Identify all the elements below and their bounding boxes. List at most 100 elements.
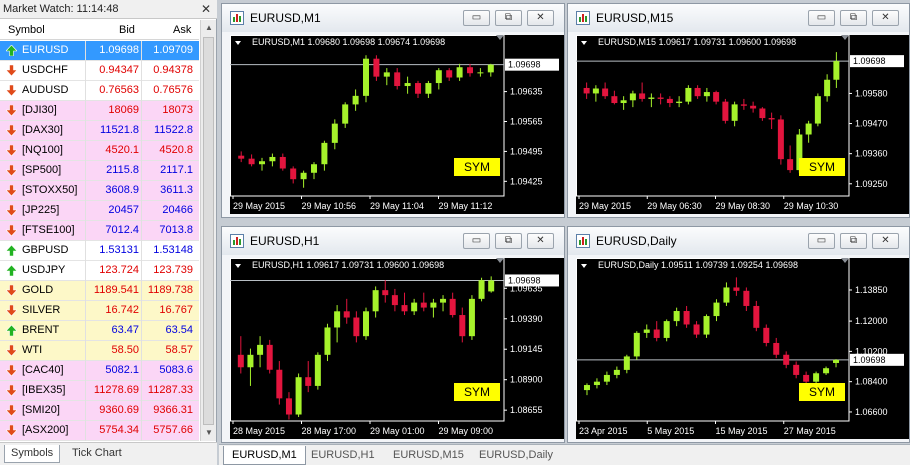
chart-title-bar[interactable]: EURUSD,M1 ▭ ⧉ ✕ xyxy=(222,4,564,32)
restore-button[interactable]: ⧉ xyxy=(840,10,867,26)
scroll-up-icon[interactable]: ▲ xyxy=(201,20,217,36)
bid-price: 16.742 xyxy=(105,304,139,316)
chart-window[interactable]: EURUSD,Daily ▭ ⧉ ✕ 1.13850 1.12000 1.10200 1.08… xyxy=(567,226,910,443)
table-row[interactable]: [IBEX35] 11278.69 11287.33 xyxy=(0,381,199,401)
chart-window[interactable]: EURUSD,M1 ▭ ⧉ ✕ 1.09635 1.09565 1.09495 1.09425… xyxy=(221,3,565,218)
ask-price: 1189.738 xyxy=(147,284,193,296)
arrow-down-icon xyxy=(6,425,17,436)
arrow-up-icon xyxy=(6,265,17,276)
candlestick-chart[interactable]: 1.096351.093901.091451.089001.086551.096… xyxy=(230,258,564,439)
table-row[interactable]: [DAX30] 11521.8 11522.8 xyxy=(0,121,199,141)
candle xyxy=(314,352,321,390)
chart-window[interactable]: EURUSD,H1 ▭ ⧉ ✕ 1.09635 1.09390 1.09145 1.08900… xyxy=(221,226,565,443)
table-row[interactable]: GBPUSD 1.53131 1.53148 xyxy=(0,241,199,261)
symbol-badge: SYM xyxy=(799,158,845,176)
chart-legend: EURUSD,M1 1.09680 1.09698 1.09674 1.0969… xyxy=(252,37,446,47)
tab-symbols[interactable]: Symbols xyxy=(4,445,61,463)
table-row[interactable]: USDJPY 123.724 123.739 xyxy=(0,261,199,281)
chart-plot[interactable]: 1.09635 1.09565 1.09495 1.09425 1.09698 29 Ma… xyxy=(230,35,564,214)
candle xyxy=(237,336,244,374)
candlestick-chart[interactable]: 1.138501.120001.102001.084001.066001.096… xyxy=(576,258,909,439)
terminal-window: Market Watch: 11:14:48 ✕ Symbol Bid Ask … xyxy=(0,0,910,465)
table-row[interactable]: GOLD 1189.541 1189.738 xyxy=(0,281,199,301)
chart-title-bar[interactable]: EURUSD,Daily ▭ ⧉ ✕ xyxy=(568,227,909,255)
column-header-symbol[interactable]: Symbol xyxy=(8,24,45,36)
chart-shift-icon[interactable] xyxy=(841,35,849,40)
chart-plot[interactable]: 1.13850 1.12000 1.10200 1.08400 1.06600 1.096… xyxy=(576,258,909,439)
table-row[interactable]: [ASX200] 5754.34 5757.66 xyxy=(0,421,199,441)
tab-eurusd-m1[interactable]: EURUSD,M1 xyxy=(223,446,306,465)
table-row[interactable]: [DJI30] 18069 18073 xyxy=(0,101,199,121)
restore-button[interactable]: ⧉ xyxy=(840,233,867,249)
table-row[interactable]: [STOXX50] 3608.9 3611.3 xyxy=(0,181,199,201)
scrollbar-thumb[interactable] xyxy=(203,37,214,425)
symbol-name: USDJPY xyxy=(22,264,66,276)
minimize-button[interactable]: ▭ xyxy=(463,233,490,249)
ask-price: 0.94378 xyxy=(153,64,193,76)
ask-price: 16.767 xyxy=(159,304,193,316)
column-header-ask[interactable]: Ask xyxy=(173,24,191,36)
table-row[interactable]: [JP225] 20457 20466 xyxy=(0,201,199,221)
candle xyxy=(759,107,766,121)
table-row[interactable]: [SMI20] 9360.69 9366.31 xyxy=(0,401,199,421)
candlestick-chart[interactable]: 1.09580 1.09470 1.09360 1.09250 1.09698 29 Ma… xyxy=(576,35,909,214)
candle xyxy=(401,292,408,316)
symbol-name: [JP225] xyxy=(22,204,60,216)
minimize-button[interactable]: ▭ xyxy=(463,10,490,26)
table-row[interactable]: [SP500] 2115.8 2117.1 xyxy=(0,161,199,181)
table-row[interactable]: EURUSD 1.09698 1.09709 xyxy=(0,41,199,61)
tab-eurusd-m15[interactable]: EURUSD,M15 xyxy=(385,446,472,465)
chart-shift-icon[interactable] xyxy=(496,258,504,263)
bid-price: 1.09698 xyxy=(99,44,139,56)
tab-tick-chart[interactable]: Tick Chart xyxy=(66,445,128,463)
table-row[interactable]: [CAC40] 5082.1 5083.6 xyxy=(0,361,199,381)
table-row[interactable]: SILVER 16.742 16.767 xyxy=(0,301,199,321)
candle xyxy=(467,63,473,77)
bid-price: 11521.8 xyxy=(100,124,139,136)
bid-price: 9360.69 xyxy=(99,404,139,416)
chart-shift-icon[interactable] xyxy=(841,258,849,263)
chart-window-title: EURUSD,M15 xyxy=(596,11,674,25)
x-tick-label: 29 May 2015 xyxy=(579,201,631,211)
arrow-down-icon xyxy=(6,205,17,216)
candle xyxy=(713,299,720,322)
chart-plot[interactable]: 1.09635 1.09390 1.09145 1.08900 1.08655 1.096… xyxy=(230,258,564,439)
symbol-name: [DAX30] xyxy=(22,124,63,136)
chart-window[interactable]: EURUSD,M15 ▭ ⧉ ✕ 1.09580 1.09470 1.09360 1.0925… xyxy=(567,3,910,218)
tab-eurusd-daily[interactable]: EURUSD,Daily xyxy=(471,446,561,465)
candle xyxy=(435,68,442,90)
close-button[interactable]: ✕ xyxy=(872,10,899,26)
candle xyxy=(266,339,273,374)
table-row[interactable]: USDCHF 0.94347 0.94378 xyxy=(0,61,199,81)
table-row[interactable]: [NQ100] 4520.1 4520.8 xyxy=(0,141,199,161)
column-header-bid[interactable]: Bid xyxy=(119,24,135,36)
minimize-button[interactable]: ▭ xyxy=(808,233,835,249)
restore-button[interactable]: ⧉ xyxy=(495,233,522,249)
y-tick-label: 1.09145 xyxy=(510,344,543,354)
y-tick-label: 1.09580 xyxy=(855,88,888,98)
candle xyxy=(613,366,620,379)
y-tick-label: 1.09390 xyxy=(510,314,543,324)
minimize-button[interactable]: ▭ xyxy=(808,10,835,26)
chart-title-bar[interactable]: EURUSD,M15 ▭ ⧉ ✕ xyxy=(568,4,909,32)
candle xyxy=(823,366,830,375)
chart-plot[interactable]: 1.09580 1.09470 1.09360 1.09250 1.09698 29 Ma… xyxy=(576,35,909,214)
close-button[interactable]: ✕ xyxy=(527,10,554,26)
restore-button[interactable]: ⧉ xyxy=(495,10,522,26)
close-button[interactable]: ✕ xyxy=(872,233,899,249)
market-watch-scrollbar[interactable]: ▲ ▼ xyxy=(200,20,216,441)
table-row[interactable]: BRENT 63.47 63.54 xyxy=(0,321,199,341)
scroll-down-icon[interactable]: ▼ xyxy=(201,425,217,441)
candlestick-chart[interactable]: 1.09635 1.09565 1.09495 1.09425 1.09698 29 Ma… xyxy=(230,35,564,214)
table-row[interactable]: [FTSE100] 7012.4 7013.8 xyxy=(0,221,199,241)
symbol-list: EURUSD 1.09698 1.09709 USDCHF 0.94347 0.94378… xyxy=(0,41,199,441)
symbol-name: [STOXX50] xyxy=(22,184,78,196)
table-row[interactable]: AUDUSD 0.76563 0.76576 xyxy=(0,81,199,101)
ask-price: 2117.1 xyxy=(160,164,193,176)
close-button[interactable]: ✕ xyxy=(527,233,554,249)
table-row[interactable]: WTI 58.50 58.57 xyxy=(0,341,199,361)
close-icon[interactable]: ✕ xyxy=(199,2,213,16)
chart-title-bar[interactable]: EURUSD,H1 ▭ ⧉ ✕ xyxy=(222,227,564,255)
tab-eurusd-h1[interactable]: EURUSD,H1 xyxy=(303,446,383,465)
chart-shift-icon[interactable] xyxy=(496,35,504,40)
